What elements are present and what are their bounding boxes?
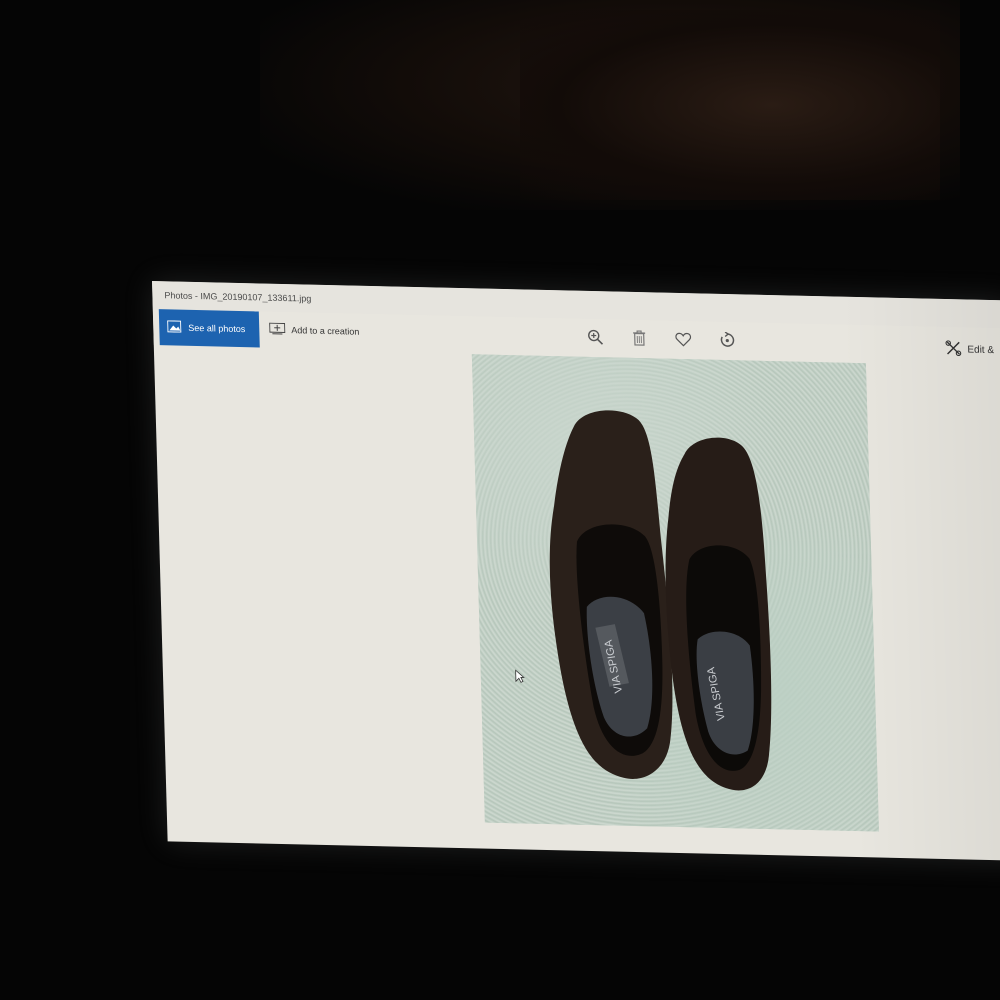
zoom-icon[interactable] [587, 329, 604, 345]
see-all-photos-button[interactable]: See all photos [158, 309, 260, 348]
room-background-glow [520, 10, 940, 200]
see-all-photos-label: See all photos [188, 322, 246, 335]
add-creation-icon [269, 322, 286, 337]
edit-label: Edit & [967, 344, 995, 356]
rotate-icon[interactable] [719, 331, 735, 348]
photo-action-icons [587, 319, 736, 358]
left-shoe: VIA SPIGA [549, 410, 673, 779]
photo-viewer-image[interactable]: VIA SPIGA VIA SPIGA [471, 354, 879, 832]
photos-icon [167, 320, 182, 334]
add-to-creation-button[interactable]: Add to a creation [269, 312, 360, 350]
edit-icon [945, 339, 962, 358]
mouse-cursor-icon [515, 669, 526, 688]
add-to-creation-label: Add to a creation [291, 325, 360, 337]
shoes-image: VIA SPIGA VIA SPIGA [549, 410, 772, 791]
right-shoe: VIA SPIGA [665, 437, 772, 791]
edit-create-button[interactable]: Edit & [945, 331, 995, 368]
window-title: Photos - IMG_20190107_133611.jpg [164, 290, 312, 304]
favorite-icon[interactable] [675, 331, 692, 347]
monitor-screen: Photos - IMG_20190107_133611.jpg See all… [152, 281, 1000, 861]
delete-icon[interactable] [631, 330, 647, 346]
